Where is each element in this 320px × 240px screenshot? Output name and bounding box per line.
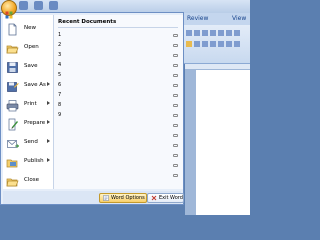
- office-button[interactable]: [1, 0, 17, 19]
- word-options-button[interactable]: Word Options: [99, 193, 147, 203]
- recent-document-number: 9: [58, 112, 62, 118]
- redo-icon[interactable]: [49, 1, 58, 10]
- recent-documents-title: Recent Documents: [58, 19, 117, 25]
- menu-item-label: Open: [24, 43, 39, 50]
- recent-document-number: 5: [58, 72, 62, 78]
- send-icon: [6, 135, 20, 148]
- printer-icon: [6, 97, 19, 112]
- recent-document-number: 7: [58, 92, 62, 98]
- menu-item-label: Print: [24, 100, 37, 107]
- recent-document-item[interactable]: 3: [58, 52, 180, 60]
- undo-icon[interactable]: [34, 1, 43, 10]
- exit-word-label: Exit Word: [159, 195, 183, 201]
- recent-document-item[interactable]: 4: [58, 62, 180, 70]
- submenu-arrow-icon: [47, 158, 50, 162]
- menu-item-label: Publish: [24, 157, 44, 164]
- save-disk-icon: [6, 59, 19, 73]
- menu-item-label: Send: [24, 138, 38, 145]
- menu-item-label: New: [24, 24, 36, 31]
- menu-item-label: Save: [24, 62, 38, 69]
- pin-icon[interactable]: [173, 134, 178, 137]
- office-menu: New Open Save Save As Print Prepare Send…: [0, 12, 184, 205]
- tab-view[interactable]: View: [232, 13, 246, 25]
- save-as-icon: [6, 78, 19, 92]
- ribbon-font-row[interactable]: [186, 30, 240, 37]
- recent-document-item[interactable]: 9: [58, 112, 180, 120]
- pin-icon[interactable]: [173, 74, 178, 77]
- recent-documents-panel: Recent Documents 1 2 3 4 5 6 7 8 9: [53, 15, 183, 189]
- recent-document-item[interactable]: 6: [58, 82, 180, 90]
- menu-item-label: Prepare: [24, 119, 46, 126]
- pin-icon[interactable]: [173, 164, 178, 167]
- office-logo-icon: [5, 4, 13, 19]
- pin-icon[interactable]: [173, 44, 178, 47]
- submenu-arrow-icon: [47, 82, 50, 86]
- recent-document-number: 6: [58, 82, 62, 88]
- pin-icon[interactable]: [173, 104, 178, 107]
- exit-icon: [151, 195, 157, 201]
- menu-item-label: Close: [24, 176, 39, 183]
- submenu-arrow-icon: [47, 101, 50, 105]
- recent-document-number: 1: [58, 32, 62, 38]
- office-menu-commands: New Open Save Save As Print Prepare Send…: [3, 15, 53, 189]
- recent-document-item[interactable]: [58, 152, 180, 160]
- options-icon: [103, 195, 109, 201]
- divider: [58, 27, 178, 28]
- ribbon-paragraph-row[interactable]: [186, 41, 240, 48]
- recent-document-item[interactable]: [58, 122, 180, 130]
- ruler: [185, 64, 250, 69]
- recent-document-item[interactable]: [58, 132, 180, 140]
- save-quick-icon[interactable]: [19, 1, 28, 10]
- menu-item-label: Save As: [24, 81, 46, 88]
- pin-icon[interactable]: [173, 144, 178, 147]
- recent-document-item[interactable]: [58, 142, 180, 150]
- close-folder-icon: [6, 173, 19, 187]
- recent-document-item[interactable]: 8: [58, 102, 180, 110]
- recent-document-number: 2: [58, 42, 62, 48]
- submenu-arrow-icon: [47, 139, 50, 143]
- new-document-icon: [6, 21, 19, 36]
- menu-item-close[interactable]: Close: [3, 168, 53, 191]
- pin-icon[interactable]: [173, 174, 178, 177]
- submenu-arrow-icon: [47, 120, 50, 124]
- pin-icon[interactable]: [173, 154, 178, 157]
- publish-icon: [6, 154, 19, 168]
- pin-icon[interactable]: [173, 124, 178, 127]
- recent-document-item[interactable]: 5: [58, 72, 180, 80]
- word-options-label: Word Options: [111, 195, 145, 201]
- recent-document-number: 3: [58, 52, 62, 58]
- recent-document-item[interactable]: [58, 172, 180, 180]
- pin-icon[interactable]: [173, 94, 178, 97]
- recent-document-item[interactable]: [58, 162, 180, 170]
- prepare-icon: [6, 116, 19, 131]
- quick-access-toolbar: [19, 1, 58, 12]
- pin-icon[interactable]: [173, 34, 178, 37]
- open-folder-icon: [6, 40, 19, 54]
- tab-review[interactable]: Review: [187, 13, 208, 25]
- recent-document-item[interactable]: 1: [58, 32, 180, 40]
- pin-icon[interactable]: [173, 84, 178, 87]
- recent-document-item[interactable]: 7: [58, 92, 180, 100]
- pin-icon[interactable]: [173, 64, 178, 67]
- pin-icon[interactable]: [173, 114, 178, 117]
- recent-document-number: 4: [58, 62, 62, 68]
- recent-document-item[interactable]: 2: [58, 42, 180, 50]
- recent-document-number: 8: [58, 102, 62, 108]
- document-page[interactable]: [196, 70, 250, 215]
- exit-word-button[interactable]: Exit Word: [147, 193, 184, 203]
- pin-icon[interactable]: [173, 54, 178, 57]
